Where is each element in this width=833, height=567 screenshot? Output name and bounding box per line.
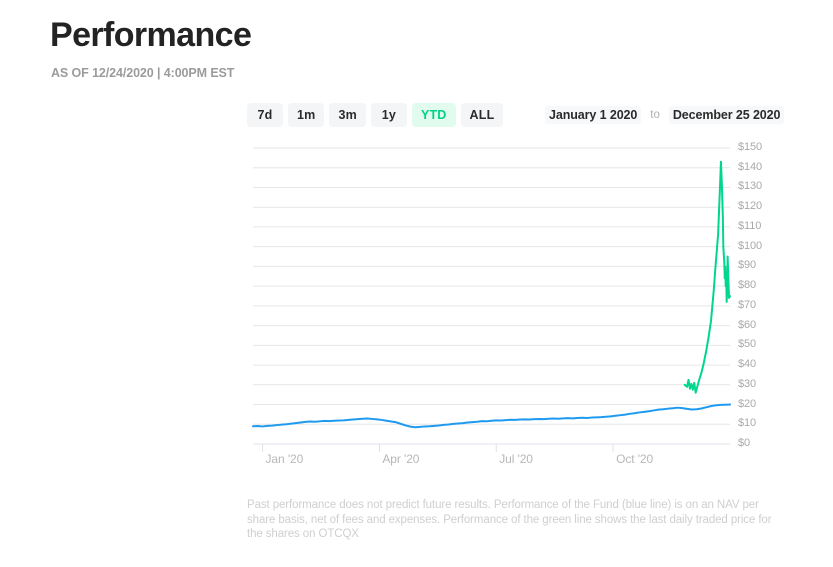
- range-button-3m[interactable]: 3m: [329, 103, 365, 127]
- y-axis-tick-label: $20: [738, 398, 756, 410]
- chart-disclaimer: Past performance does not predict future…: [247, 498, 787, 542]
- chart-canvas: [0, 0, 833, 562]
- end-date-field[interactable]: December 25 2020: [669, 106, 785, 124]
- x-axis-tick-label: Apr '20: [382, 452, 419, 466]
- y-axis-tick-label: $50: [738, 338, 756, 350]
- x-axis-tick-label: Oct '20: [616, 452, 653, 466]
- page-subtitle-asof: AS OF 12/24/2020 | 4:00PM EST: [51, 66, 234, 80]
- y-axis-tick-label: $70: [738, 299, 756, 311]
- y-axis-tick-label: $60: [738, 319, 756, 331]
- y-axis-tick-label: $100: [738, 240, 762, 252]
- y-axis-tick-label: $150: [738, 141, 762, 153]
- y-axis-tick-label: $140: [738, 161, 762, 173]
- range-selector-group: 7d1m3m1yYTDALL: [247, 103, 503, 127]
- start-date-field[interactable]: January 1 2020: [545, 106, 641, 124]
- y-axis-tick-label: $40: [738, 358, 756, 370]
- x-axis-tick-label: Jan '20: [266, 452, 304, 466]
- date-range-display: January 1 2020 to December 25 2020: [545, 106, 784, 124]
- range-button-1m[interactable]: 1m: [288, 103, 324, 127]
- range-button-ytd[interactable]: YTD: [412, 103, 456, 127]
- range-button-all[interactable]: ALL: [461, 103, 504, 127]
- page-title: Performance: [50, 13, 251, 57]
- series-line: [685, 162, 730, 393]
- y-axis-tick-label: $130: [738, 180, 762, 192]
- y-axis-tick-label: $10: [738, 417, 756, 429]
- x-axis-tick-label: Jul '20: [499, 452, 533, 466]
- range-button-1y[interactable]: 1y: [371, 103, 407, 127]
- y-axis-tick-label: $90: [738, 259, 756, 271]
- date-range-separator: to: [650, 109, 660, 121]
- y-axis-tick-label: $30: [738, 378, 756, 390]
- y-axis-tick-label: $80: [738, 279, 756, 291]
- series-line: [253, 405, 730, 428]
- y-axis-tick-label: $110: [738, 220, 761, 232]
- y-axis-tick-label: $120: [738, 200, 762, 212]
- range-button-7d[interactable]: 7d: [247, 103, 283, 127]
- y-axis-tick-label: $0: [738, 437, 750, 449]
- performance-chart: $0 $10 $20 $30 $40 $50 $60 $70 $80 $90 $100 $110 $12…: [0, 0, 833, 562]
